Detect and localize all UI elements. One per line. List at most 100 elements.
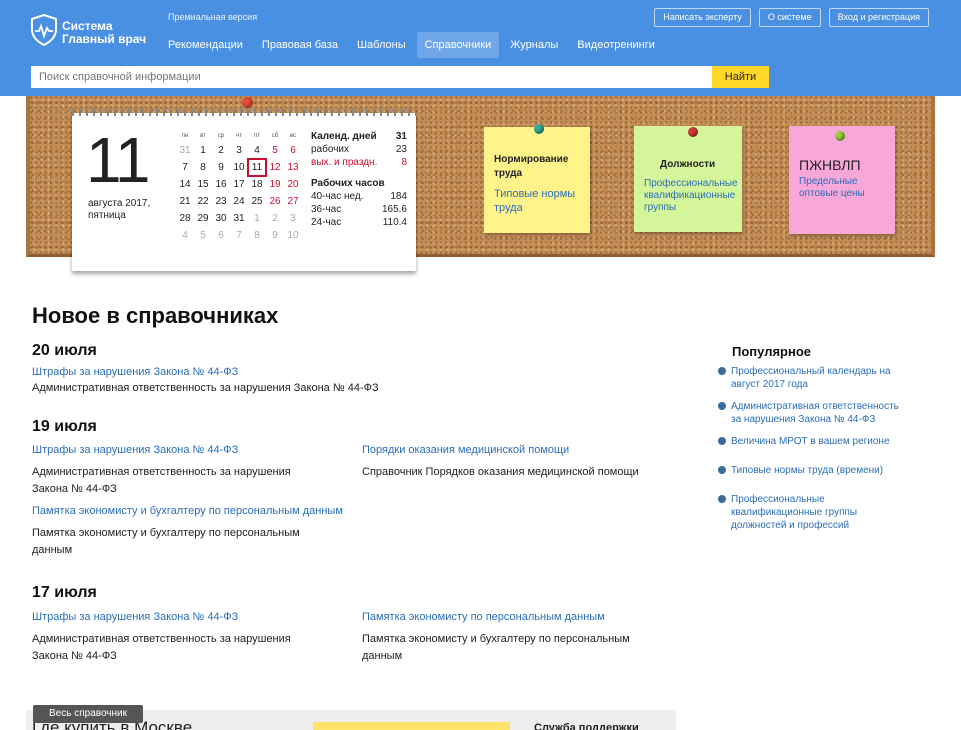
note-zhnvlp[interactable]: ПЖНВЛП Предельные оптовые цены <box>789 126 895 234</box>
premium-label: Премиальная версия <box>168 12 258 22</box>
search-input[interactable] <box>31 66 712 88</box>
calendar-week: 14 15 16 17 18 19 20 <box>176 176 302 193</box>
calendar-week: 31 1 2 3 4 5 6 <box>176 142 302 159</box>
footer-banner[interactable] <box>313 722 510 730</box>
news-desc: Административная ответственность за нару… <box>32 466 291 495</box>
note-link[interactable]: Типовые нормы труда <box>494 187 580 215</box>
calendar-day: 3 <box>290 213 296 224</box>
stat-h36: 36-час 165.6 <box>311 203 407 216</box>
calendar-day: 31 <box>179 145 191 156</box>
support-label[interactable]: Служба поддержки <box>534 722 639 730</box>
nav-recommendations[interactable]: Рекомендации <box>160 32 251 58</box>
calendar-day: 6 <box>218 230 224 241</box>
calendar-day: 5 <box>200 230 206 241</box>
calendar-day: 7 <box>236 230 242 241</box>
calendar-day: 18 <box>251 179 263 190</box>
brand-line1: Система <box>62 19 113 33</box>
popular-link[interactable]: Типовые нормы труда (времени) <box>731 464 911 477</box>
all-references-button[interactable]: Весь справочник <box>33 705 143 723</box>
pin-icon <box>242 97 253 108</box>
calendar-day: 12 <box>269 162 281 173</box>
popular-link[interactable]: Профессиональные квалификационные группы… <box>731 493 881 532</box>
brand-line2: Главный врач <box>62 32 147 46</box>
calendar-day: 8 <box>254 230 260 241</box>
calendar-day: 15 <box>197 179 209 190</box>
nav-legal-base[interactable]: Правовая база <box>254 32 346 58</box>
note-link[interactable]: Предельные оптовые цены <box>799 176 885 200</box>
news-link[interactable]: Штрафы за нарушения Закона № 44-ФЗ <box>32 444 238 456</box>
news-link[interactable]: Памятка экономисту и бухгалтеру по персо… <box>32 505 343 517</box>
calendar-week: 4 5 6 7 8 9 10 <box>176 227 302 244</box>
stat-label: 40-час нед. <box>311 191 364 202</box>
stat-work-days: рабочих 23 <box>311 143 407 156</box>
stat-label: рабочих <box>311 144 349 155</box>
news-link[interactable]: Штрафы за нарушения Закона № 44-ФЗ <box>32 366 238 378</box>
calendar-day: 4 <box>182 230 188 241</box>
stat-cal-days: Календ. дней 31 <box>311 130 407 143</box>
calendar-day: 8 <box>200 162 206 173</box>
weekday: вс <box>289 133 297 139</box>
about-button[interactable]: О системе <box>758 8 821 27</box>
calendar-day: 14 <box>179 179 191 190</box>
nav-video-trainings[interactable]: Видеотренинги <box>569 32 663 58</box>
popular-link[interactable]: Административная ответственность за нару… <box>731 400 911 426</box>
stat-value: 165.6 <box>381 204 407 215</box>
news-link[interactable]: Порядки оказания медицинской помощи <box>362 444 569 456</box>
calendar-day: 29 <box>197 213 209 224</box>
main-nav: Рекомендации Правовая база Шаблоны Справ… <box>160 32 666 58</box>
weekday: чт <box>236 133 242 139</box>
news-link[interactable]: Памятка экономисту по персональным данны… <box>362 611 605 623</box>
popular-link[interactable]: Величина МРОТ в вашем регионе <box>731 435 911 448</box>
logo[interactable]: Система Главный врач <box>30 14 160 54</box>
calendar-day: 22 <box>197 196 209 207</box>
weekday: ср <box>217 133 225 139</box>
stat-hours-title: Рабочих часов <box>311 177 407 190</box>
search-button[interactable]: Найти <box>712 66 769 88</box>
note-link[interactable]: Профессиональные квалификационные группы <box>644 178 738 214</box>
nav-journals[interactable]: Журналы <box>502 32 566 58</box>
nav-templates[interactable]: Шаблоны <box>349 32 414 58</box>
weekday: вт <box>200 133 206 139</box>
note-title: Должности <box>660 159 716 170</box>
calendar-weekdays: пн вт ср чт пт сб вс <box>176 130 302 142</box>
news-desc: Памятка экономисту и бухгалтеру по персо… <box>362 633 630 662</box>
calendar-day: 9 <box>272 230 278 241</box>
calendar-day: 2 <box>218 145 224 156</box>
calendar-day: 21 <box>179 196 191 207</box>
calendar-day: 9 <box>218 162 224 173</box>
stat-label: вых. и праздн. <box>311 157 378 168</box>
calendar-day: 13 <box>287 162 299 173</box>
calendar-day: 19 <box>269 179 281 190</box>
stat-value: 31 <box>395 131 407 142</box>
calendar-day: 24 <box>233 196 245 207</box>
calendar-day-number: 11 <box>86 124 150 196</box>
write-expert-button[interactable]: Написать эксперту <box>654 8 751 27</box>
calendar-day: 17 <box>233 179 245 190</box>
calendar-day: 31 <box>233 213 245 224</box>
stat-value: 8 <box>401 157 407 168</box>
stat-label: Рабочих часов <box>311 178 385 189</box>
pin-icon <box>718 367 726 375</box>
calendar-day: 27 <box>287 196 299 207</box>
pin-icon <box>835 131 845 141</box>
stat-h40: 40-час нед. 184 <box>311 190 407 203</box>
calendar-binding <box>72 108 416 116</box>
calendar-day: 2 <box>272 213 278 224</box>
note-positions[interactable]: Должности Профессиональные квалификацион… <box>634 126 742 232</box>
calendar-grid: пн вт ср чт пт сб вс 31 1 2 3 4 5 6 7 8 … <box>176 130 302 244</box>
calendar-week: 28 29 30 31 1 2 3 <box>176 210 302 227</box>
login-button[interactable]: Вход и регистрация <box>828 8 929 27</box>
pin-icon <box>718 402 726 410</box>
header: Система Главный врач Премиальная версия … <box>0 0 961 96</box>
weekday: пт <box>254 133 260 139</box>
news-link[interactable]: Штрафы за нарушения Закона № 44-ФЗ <box>32 611 238 623</box>
nav-references[interactable]: Справочники <box>416 32 500 58</box>
popular-link[interactable]: Профессиональный календарь на август 201… <box>731 365 911 391</box>
weekday: пн <box>181 133 189 139</box>
note-labor-norms[interactable]: Нормирование труда Типовые нормы труда <box>484 127 590 233</box>
calendar-day-today: 11 <box>247 158 267 177</box>
calendar-week: 7 8 9 10 11 12 13 <box>176 158 302 177</box>
section-date: 20 июля <box>32 342 97 359</box>
section-date: 19 июля <box>32 418 97 435</box>
